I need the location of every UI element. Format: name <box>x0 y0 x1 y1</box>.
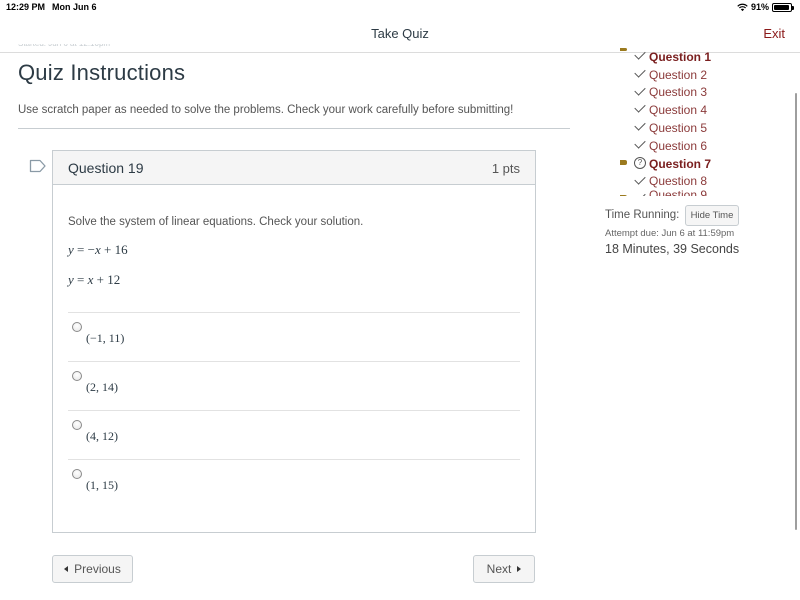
answer-option[interactable]: (−1, 11) <box>68 312 520 361</box>
sidebar-question-label[interactable]: Question 5 <box>649 121 707 135</box>
flag-icon <box>620 159 627 165</box>
status-indicators: 91% <box>737 2 794 12</box>
check-icon <box>634 66 646 78</box>
previous-button[interactable]: Previous <box>52 555 133 583</box>
sidebar-question-item[interactable]: Question 3 <box>610 83 780 102</box>
check-icon <box>634 190 646 196</box>
status-bar: 12:29 PM Mon Jun 6 91% <box>0 0 800 16</box>
check-icon <box>634 48 646 60</box>
page-title: Quiz Instructions <box>18 60 186 85</box>
answer-radio[interactable] <box>72 322 82 332</box>
caret-left-icon <box>64 566 69 572</box>
sidebar-question-label[interactable]: Question 3 <box>649 85 707 99</box>
time-running-label: Time Running: <box>605 209 680 221</box>
answer-radio[interactable] <box>72 371 82 381</box>
equation-lhs: y <box>68 242 74 257</box>
battery-level <box>774 4 789 10</box>
sidebar-question-label[interactable]: Question 8 <box>649 174 707 188</box>
answer-label[interactable]: (−1, 11) <box>86 331 124 346</box>
flag-icon <box>620 195 627 196</box>
check-icon <box>634 172 646 185</box>
equation-1: y = −x + 16 <box>68 242 520 258</box>
answer-label[interactable]: (4, 12) <box>86 429 118 444</box>
sidebar-question-item[interactable]: Question 9 <box>610 188 780 196</box>
battery-percent: 91% <box>750 2 769 12</box>
quiz-started-label: Started: Jun 6 at 12:10pm <box>18 44 110 48</box>
quiz-started-text: Started: Jun 6 at 12:10pm <box>18 44 153 52</box>
status-time: 12:29 PM <box>6 2 46 12</box>
sidebar-question-item[interactable]: Question 2 <box>610 66 780 84</box>
question-points: 1 pts <box>491 161 520 176</box>
answer-option[interactable]: (2, 14) <box>68 361 520 410</box>
sidebar-question-item[interactable]: Question 6 <box>610 137 780 155</box>
wifi-icon <box>737 3 748 11</box>
equation-const: + 16 <box>100 242 128 257</box>
flag-icon <box>620 48 627 51</box>
check-icon <box>634 83 646 96</box>
scrollbar[interactable] <box>795 93 797 530</box>
sidebar-question-item[interactable]: Question 4 <box>610 101 780 119</box>
question-header: Question 19 1 pts <box>53 151 535 185</box>
battery-cap <box>792 5 794 10</box>
answer-option[interactable]: (1, 15) <box>68 459 520 508</box>
sidebar-question-label[interactable]: Question 2 <box>649 68 707 82</box>
answer-label[interactable]: (1, 15) <box>86 478 118 493</box>
next-label: Next <box>486 562 512 576</box>
bookmark-icon[interactable] <box>29 159 47 173</box>
check-icon <box>634 101 646 114</box>
quiz-instructions: Use scratch paper as needed to solve the… <box>18 104 514 116</box>
sidebar-question-label[interactable]: Question 7 <box>649 157 711 171</box>
question-mark-icon: ? <box>634 156 646 169</box>
equation-op: = <box>77 272 88 287</box>
equation-op: = − <box>77 242 95 257</box>
answer-radio[interactable] <box>72 469 82 479</box>
exit-button[interactable]: Exit <box>763 26 785 41</box>
answer-list: (−1, 11) (2, 14) (4, 12) (1, 15) <box>68 312 520 508</box>
divider <box>18 128 570 129</box>
check-icon <box>634 137 646 149</box>
equation-2: y = x + 12 <box>68 272 520 288</box>
sidebar-question-label[interactable]: Question 9 <box>649 188 707 196</box>
status-date: Mon Jun 6 <box>52 2 97 12</box>
previous-label: Previous <box>74 562 121 576</box>
equation-lhs: y <box>68 272 74 287</box>
question-list-items: Question 1 Question 2 Question 3 Question 4… <box>610 48 780 196</box>
check-icon <box>634 119 646 131</box>
sidebar-question-item[interactable]: Question 1 <box>610 48 780 66</box>
question-prompt: Solve the system of linear equations. Ch… <box>68 216 364 228</box>
sidebar-question-item[interactable]: Question 5 <box>610 119 780 137</box>
sidebar-question-label[interactable]: Question 4 <box>649 103 707 117</box>
question-list: Question 1 Question 2 Question 3 Question 4… <box>610 44 780 196</box>
hide-time-button[interactable]: Hide Time <box>685 205 739 226</box>
caret-right-icon <box>517 566 522 572</box>
equation-const: + 12 <box>93 272 121 287</box>
question-card: Question 19 1 pts Solve the system of li… <box>52 150 536 533</box>
sidebar-question-label[interactable]: Question 6 <box>649 139 707 153</box>
nav-title: Take Quiz <box>371 26 429 41</box>
answer-label[interactable]: (2, 14) <box>86 380 118 395</box>
sidebar-question-label[interactable]: Question 1 <box>649 50 711 64</box>
question-name: Question 19 <box>68 160 144 176</box>
time-elapsed: 18 Minutes, 39 Seconds <box>605 242 740 256</box>
attempt-due: Attempt due: Jun 6 at 11:59pm <box>605 228 735 239</box>
answer-option[interactable]: (4, 12) <box>68 410 520 459</box>
battery-icon <box>772 2 794 12</box>
question-body: Solve the system of linear equations. Ch… <box>53 185 535 508</box>
sidebar-question-item[interactable]: ? Question 7 <box>610 155 780 173</box>
next-button[interactable]: Next <box>473 555 535 583</box>
answer-radio[interactable] <box>72 420 82 430</box>
